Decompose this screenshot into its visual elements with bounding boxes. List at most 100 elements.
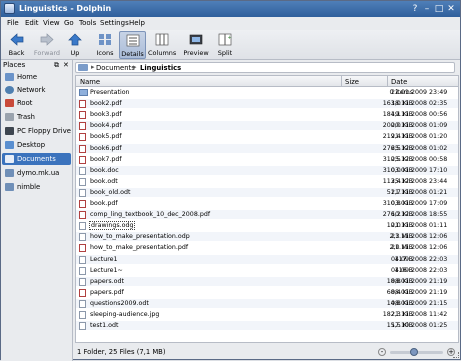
places-item-desktop[interactable]: Desktop — [2, 139, 71, 151]
places-title: Places — [3, 61, 26, 69]
file-date: 03.01.2009 17:09 — [391, 200, 448, 207]
breadcrumb-current[interactable]: Linguistics — [140, 64, 181, 72]
image-file-icon — [79, 311, 86, 319]
folder-icon[interactable] — [78, 64, 88, 71]
file-row[interactable]: papers.pdf 68,4 KiB 08.01.2009 21:19 — [76, 288, 458, 297]
places-item-root[interactable]: Root — [2, 97, 71, 109]
file-date: 08.01.2009 21:15 — [391, 299, 448, 307]
file-row[interactable]: book7.pdf 310,5 KiB 25.12.2008 00:58 — [76, 155, 458, 164]
places-item-trash[interactable]: Trash — [2, 111, 71, 123]
zoom-slider[interactable] — [390, 348, 443, 356]
file-row[interactable]: Lecture1~ 116 B 04.09.2008 22:03 — [76, 266, 458, 275]
places-item-dymo[interactable]: dymo.mk.ua — [2, 167, 71, 179]
forward-button[interactable]: Forward — [32, 31, 62, 59]
icons-view-button[interactable]: Icons — [93, 31, 117, 59]
maximize-icon[interactable]: □ — [434, 4, 444, 14]
preview-button[interactable]: Preview — [181, 31, 211, 59]
pdf-file-icon — [79, 155, 86, 164]
breadcrumb-parent[interactable]: Documents — [96, 64, 135, 72]
icons-view-icon — [99, 34, 111, 45]
column-divider[interactable] — [341, 76, 342, 87]
file-row[interactable]: book_old.odt 51,7 KiB 21.11.2008 01:21 — [76, 187, 458, 197]
file-row[interactable]: book.odt 113,4 KiB 25.12.2008 23:44 — [76, 177, 458, 186]
zoom-out-icon[interactable]: - — [378, 348, 386, 356]
places-item-nimble[interactable]: nimble — [2, 181, 71, 193]
file-row[interactable]: questions2009.odt 14,8 KiB 08.01.2009 21:1… — [76, 298, 458, 308]
file-date: 21.11.2008 12:06 — [391, 244, 448, 252]
svg-text:+: + — [228, 35, 232, 41]
places-item-network[interactable]: Network — [2, 84, 71, 96]
help-icon[interactable]: ? — [410, 4, 420, 14]
back-button[interactable]: Back — [4, 31, 29, 59]
places-panel: Places ⧉ ✕ Home Network Root Trash PC Fl… — [1, 60, 73, 361]
column-date-header[interactable]: Date — [391, 78, 407, 86]
resize-grip[interactable] — [453, 352, 459, 358]
places-item-label: Trash — [17, 113, 35, 121]
main-toolbar: Back Forward Up Icons Details Columns Pr… — [1, 30, 460, 60]
places-item-home[interactable]: Home — [2, 71, 71, 83]
file-row[interactable]: how_to_make_presentation.pdf 2,0 MiB 21.11… — [76, 243, 458, 253]
file-row[interactable]: book3.pdf 184,1 KiB 19.11.2008 00:56 — [76, 110, 458, 120]
split-view-button[interactable]: + Split — [214, 31, 236, 59]
zoom-slider-handle[interactable] — [410, 348, 419, 356]
pdf-file-icon — [79, 288, 86, 297]
file-row[interactable]: papers.odt 18,8 KiB 08.01.2009 21:19 — [76, 276, 458, 286]
pdf-file-icon — [79, 144, 86, 153]
file-name: comp_ling_textbook_10_dec_2008.pdf — [90, 211, 211, 219]
file-list-header: Name Size Date — [76, 76, 458, 87]
file-row[interactable]: Lecture1 117 B 04.09.2008 22:03 — [76, 254, 458, 264]
file-row[interactable]: book2.pdf 163,0 KiB 18.11.2008 02:35 — [76, 99, 458, 109]
minimize-icon[interactable]: – — [422, 4, 432, 14]
file-name: book2.pdf — [90, 100, 122, 108]
places-item-documents[interactable]: Documents — [2, 153, 71, 165]
details-view-button[interactable]: Details — [119, 31, 146, 59]
file-row[interactable]: book5.pdf 219,4 KiB 21.11.2008 01:20 — [76, 132, 458, 142]
menu-tools[interactable]: Tools — [79, 19, 96, 27]
file-name: book4.pdf — [90, 122, 122, 130]
file-name: questions2009.odt — [90, 299, 149, 307]
dolphin-app-icon[interactable] — [4, 3, 15, 14]
split-view-label: Split — [217, 49, 233, 57]
file-date: 21.11.2008 11:42 — [391, 311, 448, 318]
menu-edit[interactable]: Edit — [25, 19, 39, 27]
close-icon[interactable]: ✕ — [446, 4, 456, 14]
file-row[interactable]: comp_ling_textbook_10_dec_2008.pdf 276,2 … — [76, 210, 458, 220]
trash-icon — [5, 113, 14, 121]
menu-help[interactable]: Help — [129, 19, 145, 27]
menu-go[interactable]: Go — [64, 19, 74, 27]
file-row[interactable]: book4.pdf 200,0 KiB 20.11.2008 01:09 — [76, 121, 458, 131]
up-arrow-icon — [68, 33, 82, 46]
columns-view-button[interactable]: Columns — [148, 31, 176, 59]
title-bar[interactable]: Linguistics - Dolphin ? – □ ✕ — [1, 1, 460, 17]
file-date: 21.11.2008 01:11 — [391, 222, 448, 230]
close-panel-icon[interactable]: ✕ — [63, 61, 69, 69]
column-divider[interactable] — [387, 76, 388, 87]
file-name: how_to_make_presentation.odp — [90, 233, 190, 241]
column-size-header[interactable]: Size — [345, 78, 359, 86]
file-row[interactable]: drawings.odg 10,0 KiB 21.11.2008 01:11 — [76, 221, 458, 231]
places-item-floppy[interactable]: PC Floppy Drive — [2, 125, 71, 137]
detach-panel-icon[interactable]: ⧉ — [54, 61, 59, 70]
file-row[interactable]: how_to_make_presentation.odp 2,3 MiB 21.11… — [76, 232, 458, 242]
file-row[interactable]: book.doc 310,0 KiB 03.01.2009 17:10 — [76, 165, 458, 175]
file-row[interactable]: Presentation 0 items 22.01.2009 23:49 — [76, 88, 458, 97]
network-icon — [5, 86, 14, 94]
places-item-label: Home — [17, 73, 38, 81]
pdf-file-icon — [79, 100, 86, 109]
column-name-header[interactable]: Name — [80, 78, 100, 86]
menu-file[interactable]: File — [7, 19, 19, 27]
file-row[interactable]: test1.odt 15,5 KiB 17.10.2008 01:25 — [76, 321, 458, 331]
file-row[interactable]: book6.pdf 276,5 KiB 25.12.2008 01:02 — [76, 143, 458, 153]
menu-settings[interactable]: Settings — [100, 19, 129, 27]
file-name: papers.odt — [90, 277, 124, 285]
file-row[interactable]: book.pdf 310,8 KiB 03.01.2009 17:09 — [76, 199, 458, 208]
forward-arrow-icon — [40, 33, 54, 46]
status-text: 1 Folder, 25 Files (7,1 MB) — [77, 348, 166, 356]
icons-view-label: Icons — [96, 49, 114, 57]
file-list[interactable]: Name Size Date Presentation 0 items 22.01.… — [75, 75, 459, 343]
up-button[interactable]: Up — [64, 31, 86, 59]
menu-view[interactable]: View — [43, 19, 60, 27]
floppy-drive-icon — [5, 127, 14, 135]
file-name: papers.pdf — [90, 288, 124, 296]
file-row[interactable]: sleeping-audience.jpg 182,3 KiB 21.11.2008… — [76, 310, 458, 319]
